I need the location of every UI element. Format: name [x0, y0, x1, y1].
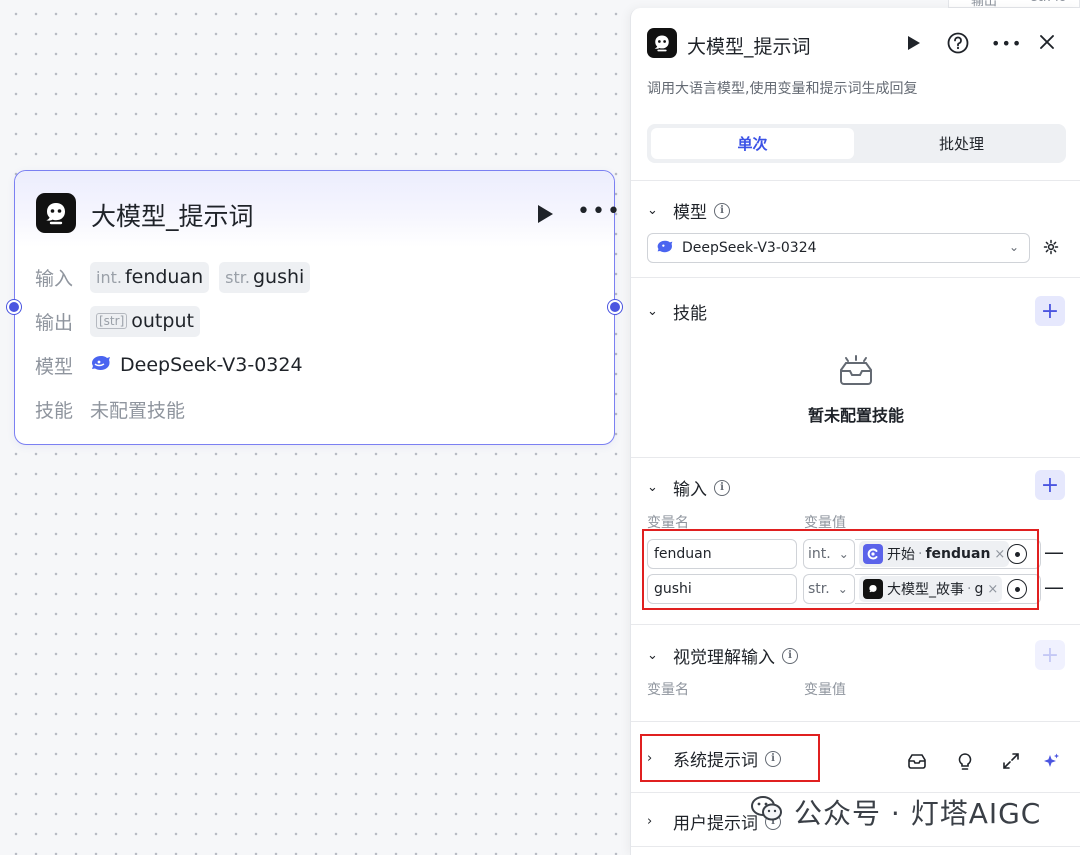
row-label: 模型 — [35, 355, 74, 378]
highlight-box-inputs — [642, 529, 1039, 610]
skill-value: 未配置技能 — [90, 399, 186, 422]
column-header-name: 变量名 — [647, 682, 689, 698]
node-model-row: 模型 DeepSeek-V3-0324 — [35, 349, 303, 381]
model-select[interactable]: DeepSeek-V3-0324 ⌄ — [647, 233, 1030, 263]
run-node-icon[interactable] — [535, 203, 555, 229]
chevron-down-icon: ⌄ — [1008, 240, 1019, 254]
prompt-library-icon[interactable] — [907, 752, 927, 774]
deepseek-whale-icon — [656, 239, 674, 258]
selected-model: DeepSeek-V3-0324 — [682, 240, 817, 256]
model-settings-gear-icon[interactable] — [1043, 239, 1059, 259]
background-node-peek: 输出 str. lo — [948, 0, 1080, 9]
tab-batch[interactable]: 批处理 — [860, 128, 1063, 159]
remove-input-button[interactable]: — — [1044, 575, 1064, 599]
help-icon[interactable] — [947, 32, 969, 58]
expand-icon[interactable] — [1002, 752, 1020, 774]
column-header-value: 变量值 — [804, 682, 846, 698]
panel-title: 大模型_提示词 — [687, 36, 811, 58]
add-vision-input-button[interactable]: + — [1035, 640, 1065, 670]
divider — [631, 846, 1080, 847]
deepseek-whale-icon — [90, 354, 112, 377]
divider — [631, 180, 1080, 181]
more-options-icon[interactable]: ••• — [577, 201, 622, 223]
tab-single[interactable]: 单次 — [651, 128, 854, 159]
lightbulb-icon[interactable] — [957, 752, 973, 776]
node-skill-row: 技能 未配置技能 — [35, 393, 185, 425]
info-icon[interactable]: i — [714, 479, 730, 496]
node-title: 大模型_提示词 — [91, 202, 254, 231]
empty-inbox-icon — [837, 354, 875, 392]
chevron-down-icon: ⌄ — [647, 203, 658, 218]
row-label: 技能 — [35, 399, 74, 422]
input-param-chip: int. fenduan — [90, 261, 210, 293]
chevron-down-icon: ⌄ — [647, 304, 658, 319]
add-skill-button[interactable]: + — [1035, 296, 1065, 326]
inputs-section-header[interactable]: ⌄ 输入 i — [647, 475, 730, 500]
info-icon[interactable]: i — [782, 647, 798, 664]
panel-description: 调用大语言模型,使用变量和提示词生成回复 — [647, 81, 918, 97]
info-icon[interactable]: i — [714, 202, 730, 219]
divider — [631, 457, 1080, 458]
wechat-icon — [750, 794, 784, 831]
row-label: 输入 — [35, 267, 74, 290]
run-icon[interactable] — [907, 35, 921, 55]
output-port[interactable] — [608, 300, 622, 314]
model-name: DeepSeek-V3-0324 — [120, 354, 303, 376]
highlight-box-system-prompt — [640, 734, 820, 782]
llm-logo-icon — [647, 28, 677, 58]
divider — [631, 277, 1080, 278]
ai-optimize-sparkle-icon[interactable] — [1041, 752, 1061, 776]
input-port[interactable] — [7, 300, 21, 314]
node-output-row: 输出 [str] output — [35, 305, 210, 337]
divider — [631, 721, 1080, 722]
more-options-icon[interactable]: ••• — [991, 34, 1022, 53]
node-input-row: 输入 int. fenduan str. gushi — [35, 261, 320, 293]
remove-input-button[interactable]: — — [1044, 540, 1064, 564]
skills-section-header[interactable]: ⌄ 技能 — [647, 299, 707, 324]
mode-tabs: 单次 批处理 — [647, 124, 1066, 163]
node-config-panel: 大模型_提示词 ••• 调用大语言模型,使用变量和提示词生成回复 单次 批处理 … — [630, 8, 1080, 855]
close-icon[interactable] — [1039, 34, 1055, 54]
output-param-chip: [str] output — [90, 305, 200, 337]
skills-empty-text: 暂未配置技能 — [807, 406, 904, 425]
add-input-button[interactable]: + — [1035, 470, 1065, 500]
vision-section-header[interactable]: ⌄ 视觉理解输入 i — [647, 643, 798, 668]
input-param-chip: str. gushi — [219, 261, 311, 293]
row-label: 输出 — [35, 311, 74, 334]
divider — [631, 624, 1080, 625]
llm-logo-icon — [36, 193, 76, 233]
chevron-right-icon: › — [647, 814, 653, 829]
watermark: 公众号 · 灯塔AIGC — [750, 792, 1041, 832]
chevron-down-icon: ⌄ — [647, 480, 658, 495]
canvas-llm-node[interactable]: 大模型_提示词 ••• 输入 int. fenduan str. gushi 输… — [14, 170, 620, 445]
chevron-down-icon: ⌄ — [647, 648, 658, 663]
model-section-header[interactable]: ⌄ 模型 i — [647, 198, 730, 223]
node-header: 大模型_提示词 ••• — [15, 171, 620, 247]
